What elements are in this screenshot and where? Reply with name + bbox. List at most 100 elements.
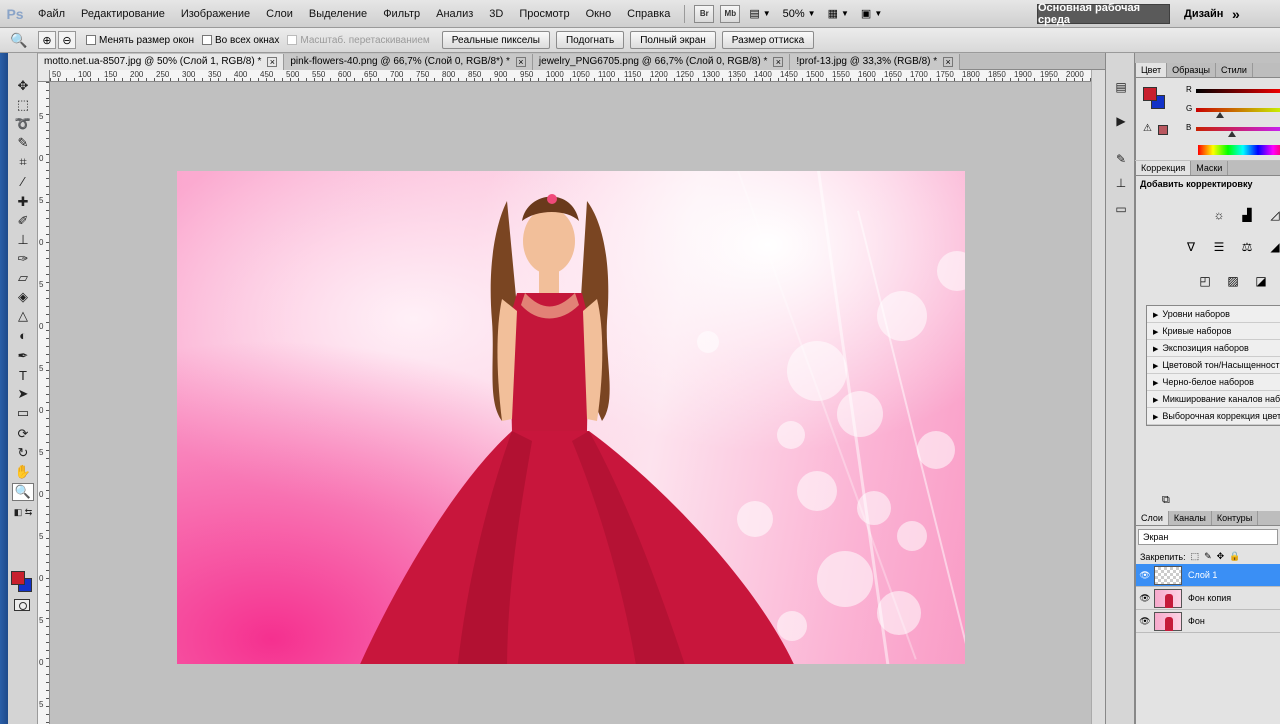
close-icon[interactable]: ×: [267, 57, 278, 67]
actions-panel-icon[interactable]: ▶: [1111, 111, 1131, 131]
spot-healing-tool-icon[interactable]: ✚: [12, 193, 34, 211]
document-canvas[interactable]: [177, 171, 965, 664]
close-icon[interactable]: ×: [773, 57, 784, 67]
menu-select[interactable]: Выделение: [301, 0, 375, 28]
vibrance-icon[interactable]: ∇: [1182, 239, 1200, 255]
tab-layers[interactable]: Слои: [1136, 511, 1169, 525]
crop-tool-icon[interactable]: ⌗: [12, 153, 34, 171]
path-selection-tool-icon[interactable]: ➤: [12, 385, 34, 403]
menu-3d[interactable]: 3D: [481, 0, 511, 28]
menu-view[interactable]: Просмотр: [511, 0, 577, 28]
menu-help[interactable]: Справка: [619, 0, 678, 28]
red-slider[interactable]: [1196, 89, 1280, 93]
menu-analysis[interactable]: Анализ: [428, 0, 481, 28]
layer-row-background-copy[interactable]: 👁 Фон копия: [1136, 587, 1280, 610]
preset-exposure[interactable]: ▶ Экспозиция наборов: [1147, 340, 1280, 357]
foreground-color-swatch[interactable]: [11, 571, 25, 585]
more-workspaces-icon[interactable]: »: [1232, 0, 1240, 28]
lock-position-icon[interactable]: ✥: [1217, 551, 1225, 562]
lock-all-icon[interactable]: 🔒: [1229, 551, 1240, 562]
actual-pixels-button[interactable]: Реальные пикселы: [441, 31, 550, 49]
blur-tool-icon[interactable]: △: [12, 307, 34, 325]
black-white-icon[interactable]: ◢: [1266, 239, 1280, 255]
marquee-tool-icon[interactable]: ⬚: [12, 96, 34, 114]
preset-hue-saturation[interactable]: ▶ Цветовой тон/Насыщенность: [1147, 357, 1280, 374]
lock-pixels-icon[interactable]: ✎: [1204, 551, 1212, 562]
all-windows-checkbox[interactable]: Во всех окнах: [202, 35, 279, 46]
tab-masks[interactable]: Маски: [1191, 161, 1229, 175]
blue-slider[interactable]: [1196, 127, 1280, 131]
fit-screen-button[interactable]: Подогнать: [555, 31, 625, 49]
arrange-documents-dropdown[interactable]: ▦ ▼: [828, 7, 849, 20]
clone-source-icon[interactable]: ⊥: [1111, 173, 1131, 193]
menu-filter[interactable]: Фильтр: [375, 0, 428, 28]
preset-channel-mixer[interactable]: ▶Микширование каналов наборов: [1147, 391, 1280, 408]
tab-styles[interactable]: Стили: [1216, 63, 1253, 77]
3d-rotate-tool-icon[interactable]: ⟳: [12, 425, 34, 443]
gamut-warning-swatch[interactable]: [1158, 125, 1168, 135]
tab-paths[interactable]: Контуры: [1212, 511, 1259, 525]
resize-windows-checkbox[interactable]: Менять размер окон: [86, 35, 194, 46]
tab-document-3[interactable]: jewelry_PNG6705.png @ 66,7% (Слой 0, RGB…: [532, 54, 791, 70]
vertical-scrollbar[interactable]: [1091, 70, 1105, 724]
lasso-tool-icon[interactable]: ➰: [12, 115, 34, 133]
visibility-eye-icon[interactable]: 👁: [1136, 616, 1154, 627]
selective-color-icon[interactable]: ◪: [1252, 273, 1270, 289]
view-extras-dropdown[interactable]: ▤ ▼: [749, 7, 770, 20]
tab-color[interactable]: Цвет: [1136, 63, 1168, 77]
tab-document-1[interactable]: motto.net.ua-8507.jpg @ 50% (Слой 1, RGB…: [38, 54, 285, 70]
quick-selection-tool-icon[interactable]: ✎: [12, 134, 34, 152]
menu-image[interactable]: Изображение: [173, 0, 258, 28]
dodge-tool-icon[interactable]: ◐: [12, 326, 34, 344]
history-brush-tool-icon[interactable]: ✑: [12, 250, 34, 268]
menu-window[interactable]: Окно: [578, 0, 620, 28]
workspace-essentials-button[interactable]: Основная рабочая среда: [1037, 2, 1170, 26]
notes-panel-icon[interactable]: ▭: [1111, 199, 1131, 219]
tab-channels[interactable]: Каналы: [1169, 511, 1212, 525]
zoom-dropdown[interactable]: 50% ▼: [783, 8, 816, 20]
tab-adjustments[interactable]: Коррекция: [1136, 161, 1192, 175]
quick-mask-icon[interactable]: [14, 599, 30, 611]
menu-file[interactable]: Файл: [30, 0, 73, 28]
color-balance-icon[interactable]: ⚖: [1238, 239, 1256, 255]
gradient-map-icon[interactable]: ▨: [1224, 273, 1242, 289]
close-icon[interactable]: ×: [515, 57, 526, 67]
move-tool-icon[interactable]: ✥: [12, 77, 34, 95]
layer-row-background[interactable]: 👁 Фон: [1136, 610, 1280, 633]
eraser-tool-icon[interactable]: ▱: [12, 269, 34, 287]
screen-mode-dropdown[interactable]: ▣ ▼: [861, 7, 882, 20]
lock-transparency-icon[interactable]: ⬚: [1191, 551, 1200, 562]
pen-tool-icon[interactable]: ✒: [12, 347, 34, 365]
mini-bridge-button[interactable]: Mb: [720, 4, 741, 23]
vertical-ruler[interactable]: 5 0 5 0 5 0 5 0 5 0 5 0 5 0 5: [38, 82, 50, 724]
green-slider-thumb[interactable]: [1216, 112, 1224, 118]
visibility-eye-icon[interactable]: 👁: [1136, 593, 1154, 604]
color-spectrum-bar[interactable]: [1198, 145, 1280, 155]
clip-to-layer-icon[interactable]: ⧉: [1162, 494, 1170, 507]
zoom-in-icon[interactable]: ⊕: [38, 31, 56, 49]
hue-saturation-icon[interactable]: ☰: [1210, 239, 1228, 255]
color-panel-foreground-swatch[interactable]: [1143, 87, 1157, 101]
brush-presets-icon[interactable]: ✎: [1111, 149, 1131, 169]
hand-tool-icon[interactable]: ✋: [12, 463, 34, 481]
preset-curves[interactable]: ▶ Кривые наборов: [1147, 323, 1280, 340]
zoom-out-icon[interactable]: ⊖: [58, 31, 76, 49]
blue-slider-thumb[interactable]: [1228, 131, 1236, 137]
ruler-origin[interactable]: [38, 70, 50, 82]
zoom-tool-preset-icon[interactable]: 🔍: [0, 32, 38, 49]
horizontal-ruler[interactable]: 50 100 150 200 250 300 350 400 450 500 550 600 650 70…: [50, 70, 1105, 82]
brightness-contrast-icon[interactable]: ☼: [1210, 207, 1228, 223]
tab-document-4[interactable]: !prof-13.jpg @ 33,3% (RGB/8) * ×: [790, 54, 961, 70]
preset-black-white[interactable]: ▶ Черно-белое наборов: [1147, 374, 1280, 391]
levels-icon[interactable]: ▟: [1238, 207, 1256, 223]
clone-stamp-tool-icon[interactable]: ⊥: [12, 231, 34, 249]
history-panel-icon[interactable]: ▤: [1111, 77, 1131, 97]
bridge-button[interactable]: Br: [694, 4, 715, 23]
tab-document-2[interactable]: pink-flowers-40.png @ 66,7% (Слой 0, RGB…: [284, 54, 533, 70]
print-size-button[interactable]: Размер оттиска: [721, 31, 815, 49]
channel-mixer-icon[interactable]: ◰: [1196, 273, 1214, 289]
gamut-warning-icon[interactable]: ⚠: [1143, 123, 1152, 134]
visibility-eye-icon[interactable]: 👁: [1136, 570, 1154, 581]
type-tool-icon[interactable]: T: [12, 366, 34, 384]
layer-row-layer-1[interactable]: 👁 Слой 1: [1136, 564, 1280, 587]
